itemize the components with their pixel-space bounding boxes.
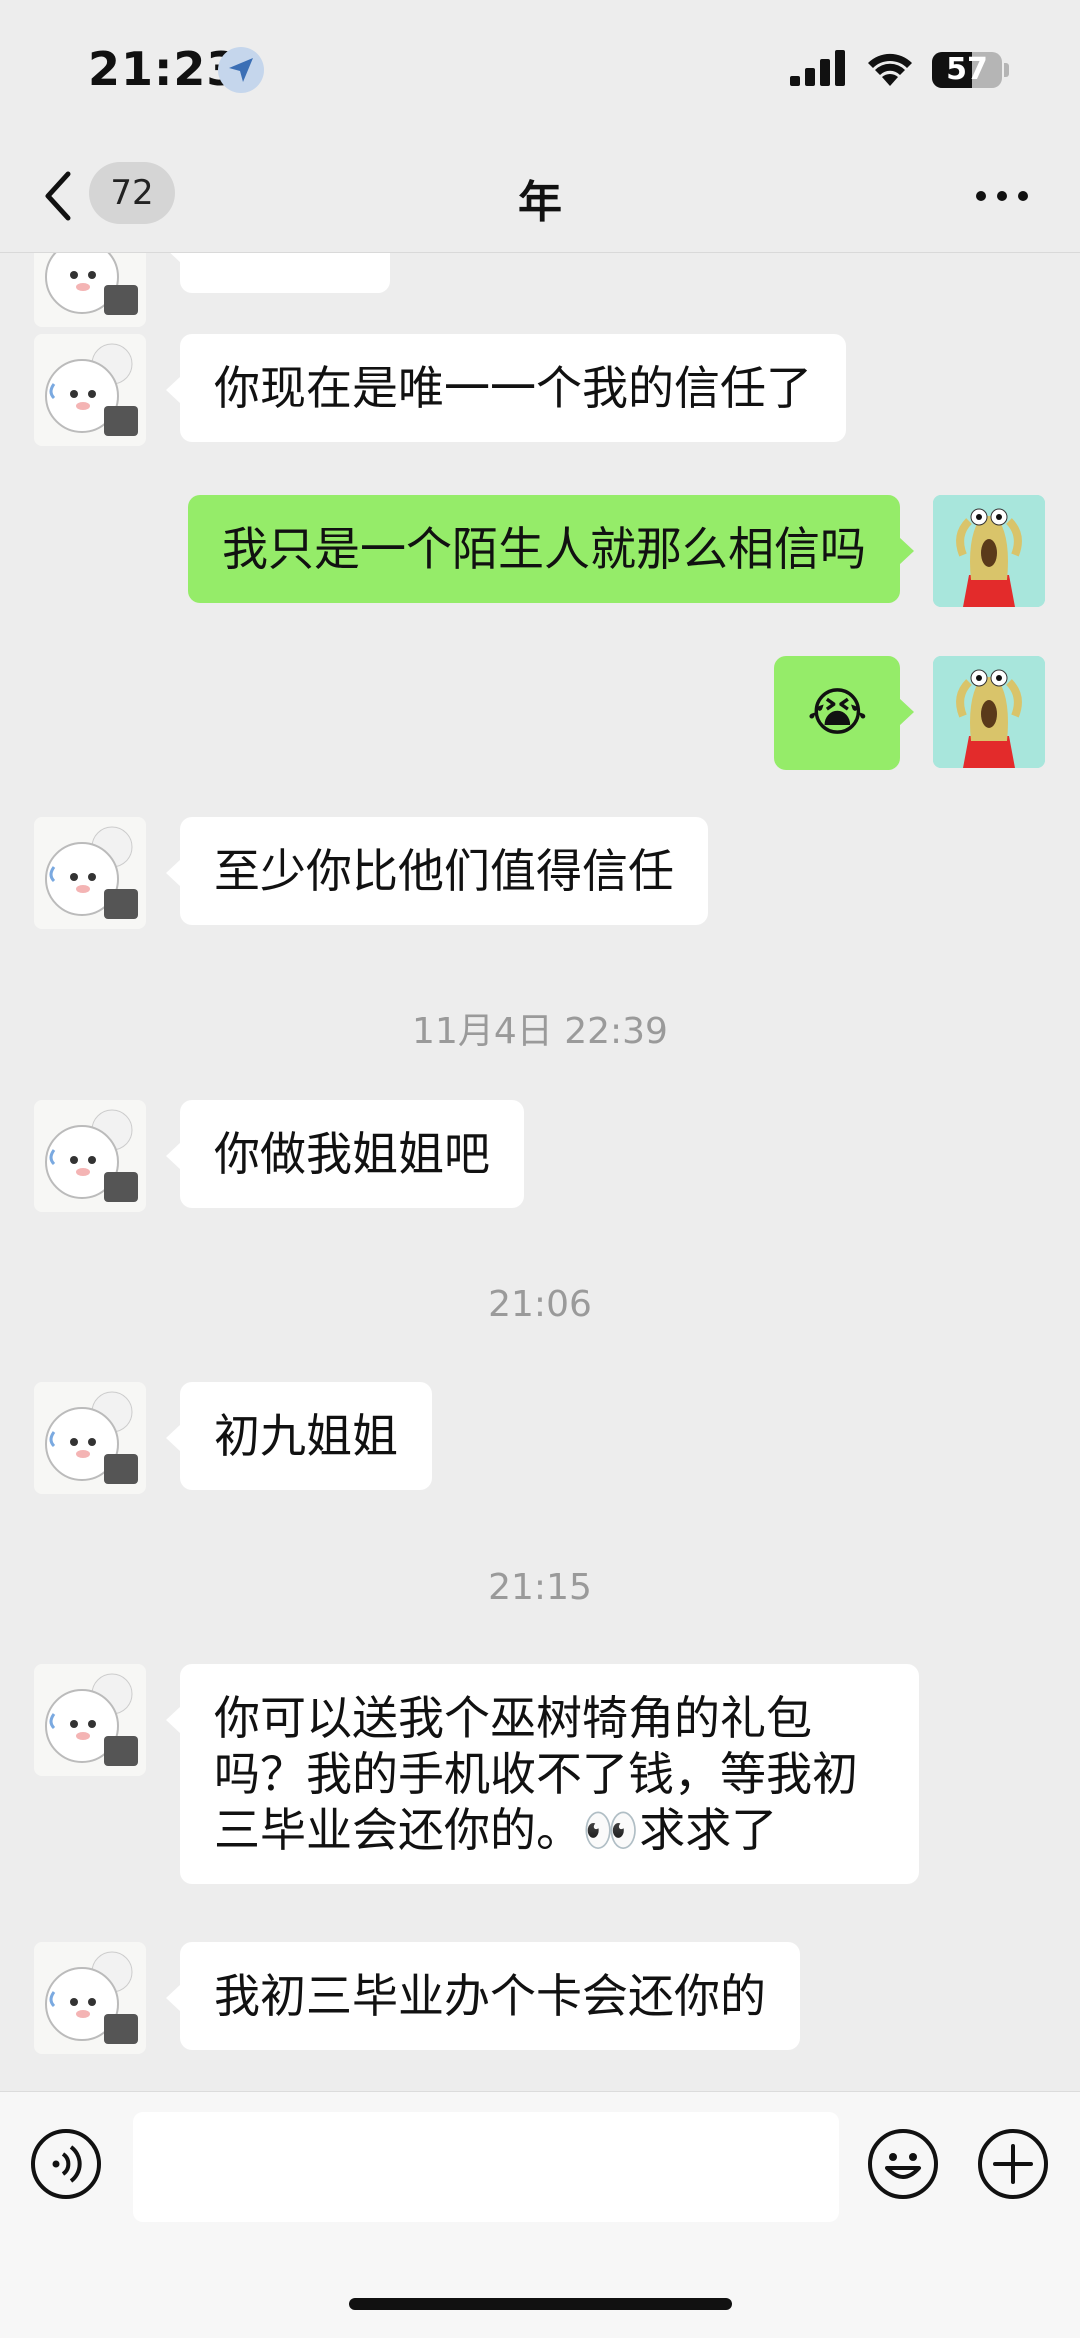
wifi-icon: [868, 53, 912, 86]
message-input[interactable]: [133, 2112, 839, 2222]
contact-avatar[interactable]: [34, 817, 146, 929]
battery-icon: 57: [932, 52, 1002, 88]
timestamp: 21:06: [488, 1284, 592, 1325]
cellular-signal-icon: [790, 50, 845, 86]
input-bar: [0, 2091, 1080, 2338]
message-bubble-multiline[interactable]: 你可以送我个巫树犄角的礼包 吗？我的手机收不了钱，等我初 三毕业会还你的。👀求求…: [166, 1664, 919, 1884]
contact-avatar[interactable]: [34, 1664, 146, 1776]
message-bubble[interactable]: 至少你比他们值得信任: [166, 817, 708, 925]
battery-percent: 57: [946, 52, 988, 87]
more-dots-icon[interactable]: [972, 170, 1032, 220]
message-bubble-partial[interactable]: [166, 253, 390, 293]
contact-avatar[interactable]: [34, 253, 146, 327]
chat-title: 年: [518, 177, 562, 228]
chat-header: 72 年: [0, 140, 1080, 253]
user-avatar[interactable]: [933, 495, 1045, 607]
plus-icon[interactable]: [977, 2128, 1049, 2200]
contact-avatar[interactable]: [34, 1100, 146, 1212]
battery-tip: [1004, 63, 1009, 77]
message-bubble[interactable]: 你现在是唯一一个我的信任了: [166, 334, 846, 442]
home-indicator[interactable]: [349, 2298, 732, 2310]
timestamp: 21:15: [488, 1567, 592, 1608]
message-bubble[interactable]: 你做我姐姐吧: [166, 1100, 524, 1208]
emoji-icon[interactable]: [867, 2128, 939, 2200]
message-line: 你可以送我个巫树犄角的礼包: [214, 1691, 812, 1745]
timestamp: 11月4日 22:39: [412, 1011, 668, 1052]
user-avatar[interactable]: [933, 656, 1045, 768]
crying-laughing-emoji: 😭: [807, 683, 868, 743]
contact-avatar[interactable]: [34, 334, 146, 446]
message-bubble[interactable]: 我只是一个陌生人就那么相信吗: [188, 495, 914, 603]
message-list[interactable]: 你现在是唯一一个我的信任了 我只是一个陌生人就那么相信吗 😭 至少你比他们值得信…: [0, 253, 1080, 2091]
status-time: 21:23: [88, 42, 240, 96]
message-bubble[interactable]: 初九姐姐: [166, 1382, 432, 1490]
message-line: 吗？我的手机收不了钱，等我初: [214, 1747, 858, 1801]
location-arrow-icon: [218, 47, 264, 93]
status-bar: 21:23 57: [0, 0, 1080, 140]
contact-avatar[interactable]: [34, 1382, 146, 1494]
message-bubble[interactable]: 我初三毕业办个卡会还你的: [166, 1942, 800, 2050]
contact-avatar[interactable]: [34, 1942, 146, 2054]
message-line: 三毕业会还你的。👀求求了: [214, 1803, 778, 1857]
message-bubble-emoji[interactable]: 😭: [774, 656, 914, 770]
voice-icon[interactable]: [30, 2128, 102, 2200]
